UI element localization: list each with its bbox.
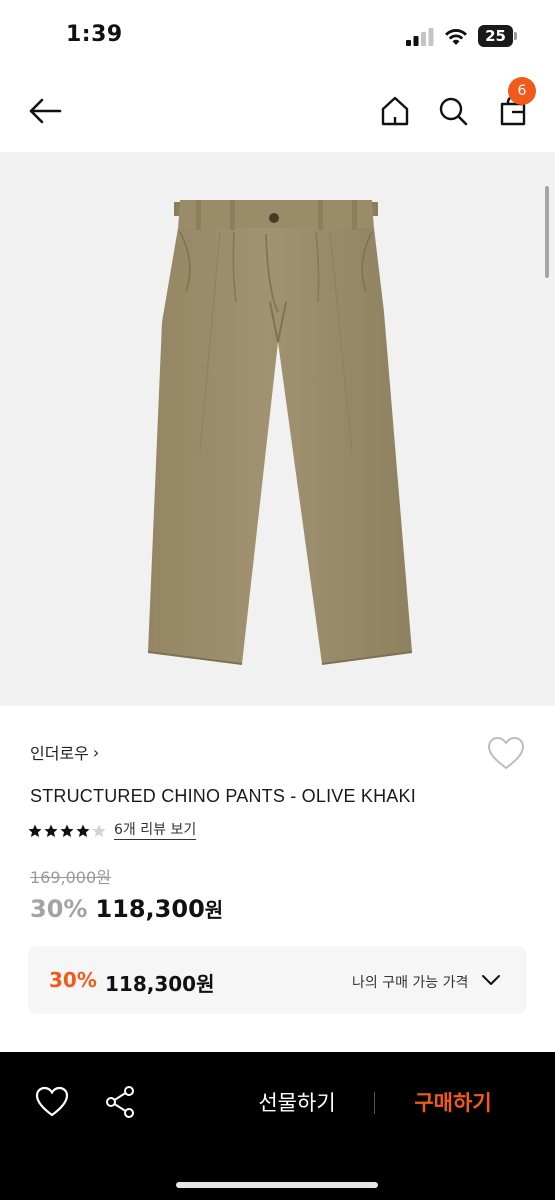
- battery-level: 25: [485, 27, 506, 45]
- divider: [374, 1092, 375, 1114]
- share-button[interactable]: [102, 1084, 138, 1120]
- product-title: STRUCTURED CHINO PANTS - OLIVE KHAKI: [30, 786, 416, 806]
- sale-price: 118,300: [95, 895, 205, 923]
- rating-row: 6개 리뷰 보기: [28, 822, 197, 840]
- star-empty-icon: [92, 824, 106, 837]
- wifi-icon: [445, 29, 467, 45]
- cart-count-badge: 6: [508, 77, 536, 105]
- price-row: 30% 118,300 원: [30, 894, 223, 923]
- heart-icon: [35, 1086, 69, 1117]
- my-price-dropdown[interactable]: 30% 118,300원 나의 구매 가능 가격: [28, 946, 526, 1014]
- star-filled-icon: [28, 824, 42, 837]
- cellular-signal-icon: [406, 28, 434, 46]
- star-filled-icon: [44, 824, 58, 837]
- brand-link[interactable]: 인더로우 ›: [30, 740, 99, 764]
- price-unit: 원: [204, 898, 224, 922]
- wishlist-button[interactable]: [486, 734, 526, 774]
- home-button[interactable]: [372, 88, 418, 134]
- home-icon: [381, 96, 409, 126]
- discount-rate: 30%: [30, 895, 88, 923]
- star-filled-icon: [60, 824, 74, 837]
- battery-icon: 25: [478, 25, 518, 47]
- my-discount-rate: 30%: [49, 968, 97, 992]
- image-scroll-indicator: [545, 186, 549, 278]
- search-icon: [439, 97, 468, 126]
- star-filled-icon: [76, 824, 90, 837]
- heart-outline-icon: [487, 736, 525, 770]
- top-nav: 6: [0, 72, 555, 152]
- original-price: 169,000원: [30, 868, 111, 887]
- bottom-action-bar: 선물하기 구매하기: [0, 1052, 555, 1200]
- status-time: 1:39: [66, 22, 123, 47]
- status-bar: 1:39 25: [0, 0, 555, 72]
- arrow-left-icon: [29, 98, 62, 124]
- my-price: 118,300원: [105, 972, 215, 996]
- chevron-down-icon: [482, 975, 500, 985]
- review-link[interactable]: 6개 리뷰 보기: [114, 822, 197, 840]
- search-button[interactable]: [430, 88, 476, 134]
- home-indicator: [176, 1182, 378, 1188]
- chevron-right-icon: ›: [92, 742, 100, 762]
- buy-button[interactable]: 구매하기: [392, 1082, 514, 1124]
- product-image[interactable]: [0, 152, 555, 706]
- brand-name: 인더로우: [30, 744, 89, 763]
- olive-khaki-pants: [147, 200, 413, 665]
- back-button[interactable]: [22, 88, 68, 134]
- gift-button[interactable]: 선물하기: [236, 1082, 358, 1124]
- my-price-label: 나의 구매 가능 가격: [352, 975, 469, 991]
- share-icon: [106, 1086, 134, 1118]
- like-button[interactable]: [34, 1084, 70, 1120]
